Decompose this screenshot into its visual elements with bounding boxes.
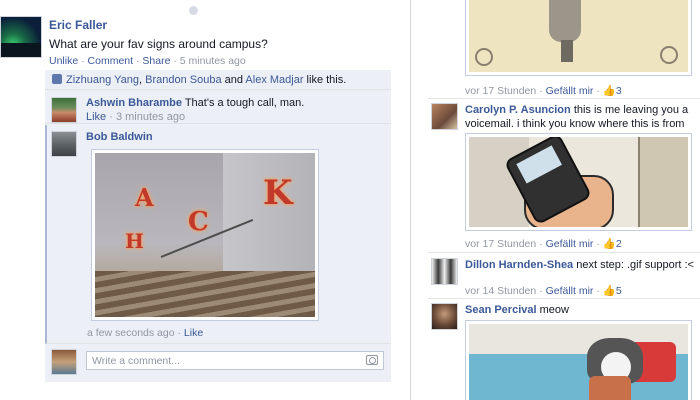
write-comment-row: Write a comment... bbox=[45, 344, 391, 382]
comment-timestamp[interactable]: 3 minutes ago bbox=[116, 111, 185, 123]
sign-letter: A bbox=[135, 183, 155, 212]
feed-item-meta: vor 17 Stunden · Gefällt mir · 👍3 bbox=[465, 85, 622, 97]
commenter-name[interactable]: Bob Baldwin bbox=[86, 131, 153, 143]
comment-input[interactable]: Write a comment... bbox=[86, 351, 384, 370]
likes-summary: Zizhuang Yang, Brandon Souba and Alex Ma… bbox=[45, 70, 391, 90]
commenter-avatar[interactable] bbox=[51, 97, 77, 123]
post-author-avatar[interactable] bbox=[0, 16, 42, 58]
feed-item-meta: vor 17 Stunden · Gefällt mir · 👍2 bbox=[465, 238, 622, 250]
sign-letter: H bbox=[125, 229, 145, 253]
comment-text: That's a tough call, man. bbox=[184, 97, 305, 109]
share-link[interactable]: Share bbox=[142, 55, 170, 67]
comment-like-link[interactable]: Like bbox=[86, 111, 106, 123]
commenter-name[interactable]: Ashwin Bharambe bbox=[86, 97, 182, 109]
camera-icon[interactable] bbox=[366, 355, 378, 365]
feed-item-text: Dillon Harnden-Shea next step: .gif supp… bbox=[465, 259, 694, 271]
feed-image-drawing[interactable] bbox=[465, 0, 692, 76]
liker-name[interactable]: Alex Madjar bbox=[245, 74, 303, 86]
feed-author-name[interactable]: Carolyn P. Asuncion bbox=[465, 104, 571, 116]
comment-item: Bob Baldwin A C K H a few seconds ago · … bbox=[45, 125, 391, 344]
feed-author-name[interactable]: Dillon Harnden-Shea bbox=[465, 259, 573, 271]
hack-sign-photo: A C K H bbox=[95, 153, 315, 317]
post-actions: Unlike · Comment · Share · 5 minutes ago bbox=[49, 55, 246, 67]
feed-image-cat[interactable] bbox=[465, 320, 692, 400]
comment-like-link[interactable]: Like bbox=[184, 327, 203, 339]
comment-item: Ashwin Bharambe That's a tough call, man… bbox=[45, 91, 391, 124]
commenter-avatar[interactable] bbox=[51, 131, 77, 157]
sign-letter: K bbox=[263, 173, 294, 213]
post-text: What are your fav signs around campus? bbox=[49, 37, 268, 51]
like-thumb-icon bbox=[52, 74, 62, 84]
unlike-link[interactable]: Unlike bbox=[49, 55, 78, 67]
column-divider bbox=[410, 0, 411, 400]
like-count-icon: 👍 bbox=[602, 85, 616, 97]
feed-author-avatar[interactable] bbox=[431, 103, 458, 130]
feed-item-text: Sean Percival meow bbox=[465, 304, 569, 316]
liker-name[interactable]: Zizhuang Yang bbox=[66, 74, 139, 86]
post-author-name[interactable]: Eric Faller bbox=[49, 18, 107, 32]
feed-item-text: Carolyn P. Asuncion this is me leaving y… bbox=[465, 104, 689, 130]
feed-image-phone[interactable] bbox=[465, 133, 692, 231]
like-count-icon: 👍 bbox=[602, 238, 616, 250]
like-count-icon: 👍 bbox=[602, 285, 616, 297]
feed-author-avatar[interactable] bbox=[431, 303, 458, 330]
feed-item-meta: vor 14 Stunden · Gefällt mir · 👍5 bbox=[465, 285, 622, 297]
liker-name[interactable]: Brandon Souba bbox=[145, 74, 221, 86]
current-user-avatar bbox=[51, 349, 77, 375]
comment-link[interactable]: Comment bbox=[88, 55, 134, 67]
post-timestamp[interactable]: 5 minutes ago bbox=[180, 55, 246, 67]
feed-author-name[interactable]: Sean Percival bbox=[465, 304, 537, 316]
comment-photo[interactable]: A C K H bbox=[91, 149, 319, 321]
scroll-indicator-dot bbox=[189, 6, 198, 15]
sign-letter: C bbox=[188, 207, 210, 237]
comment-timestamp[interactable]: a few seconds ago bbox=[87, 327, 175, 339]
comments-box: Zizhuang Yang, Brandon Souba and Alex Ma… bbox=[45, 70, 391, 382]
feed-author-avatar[interactable] bbox=[431, 258, 458, 285]
